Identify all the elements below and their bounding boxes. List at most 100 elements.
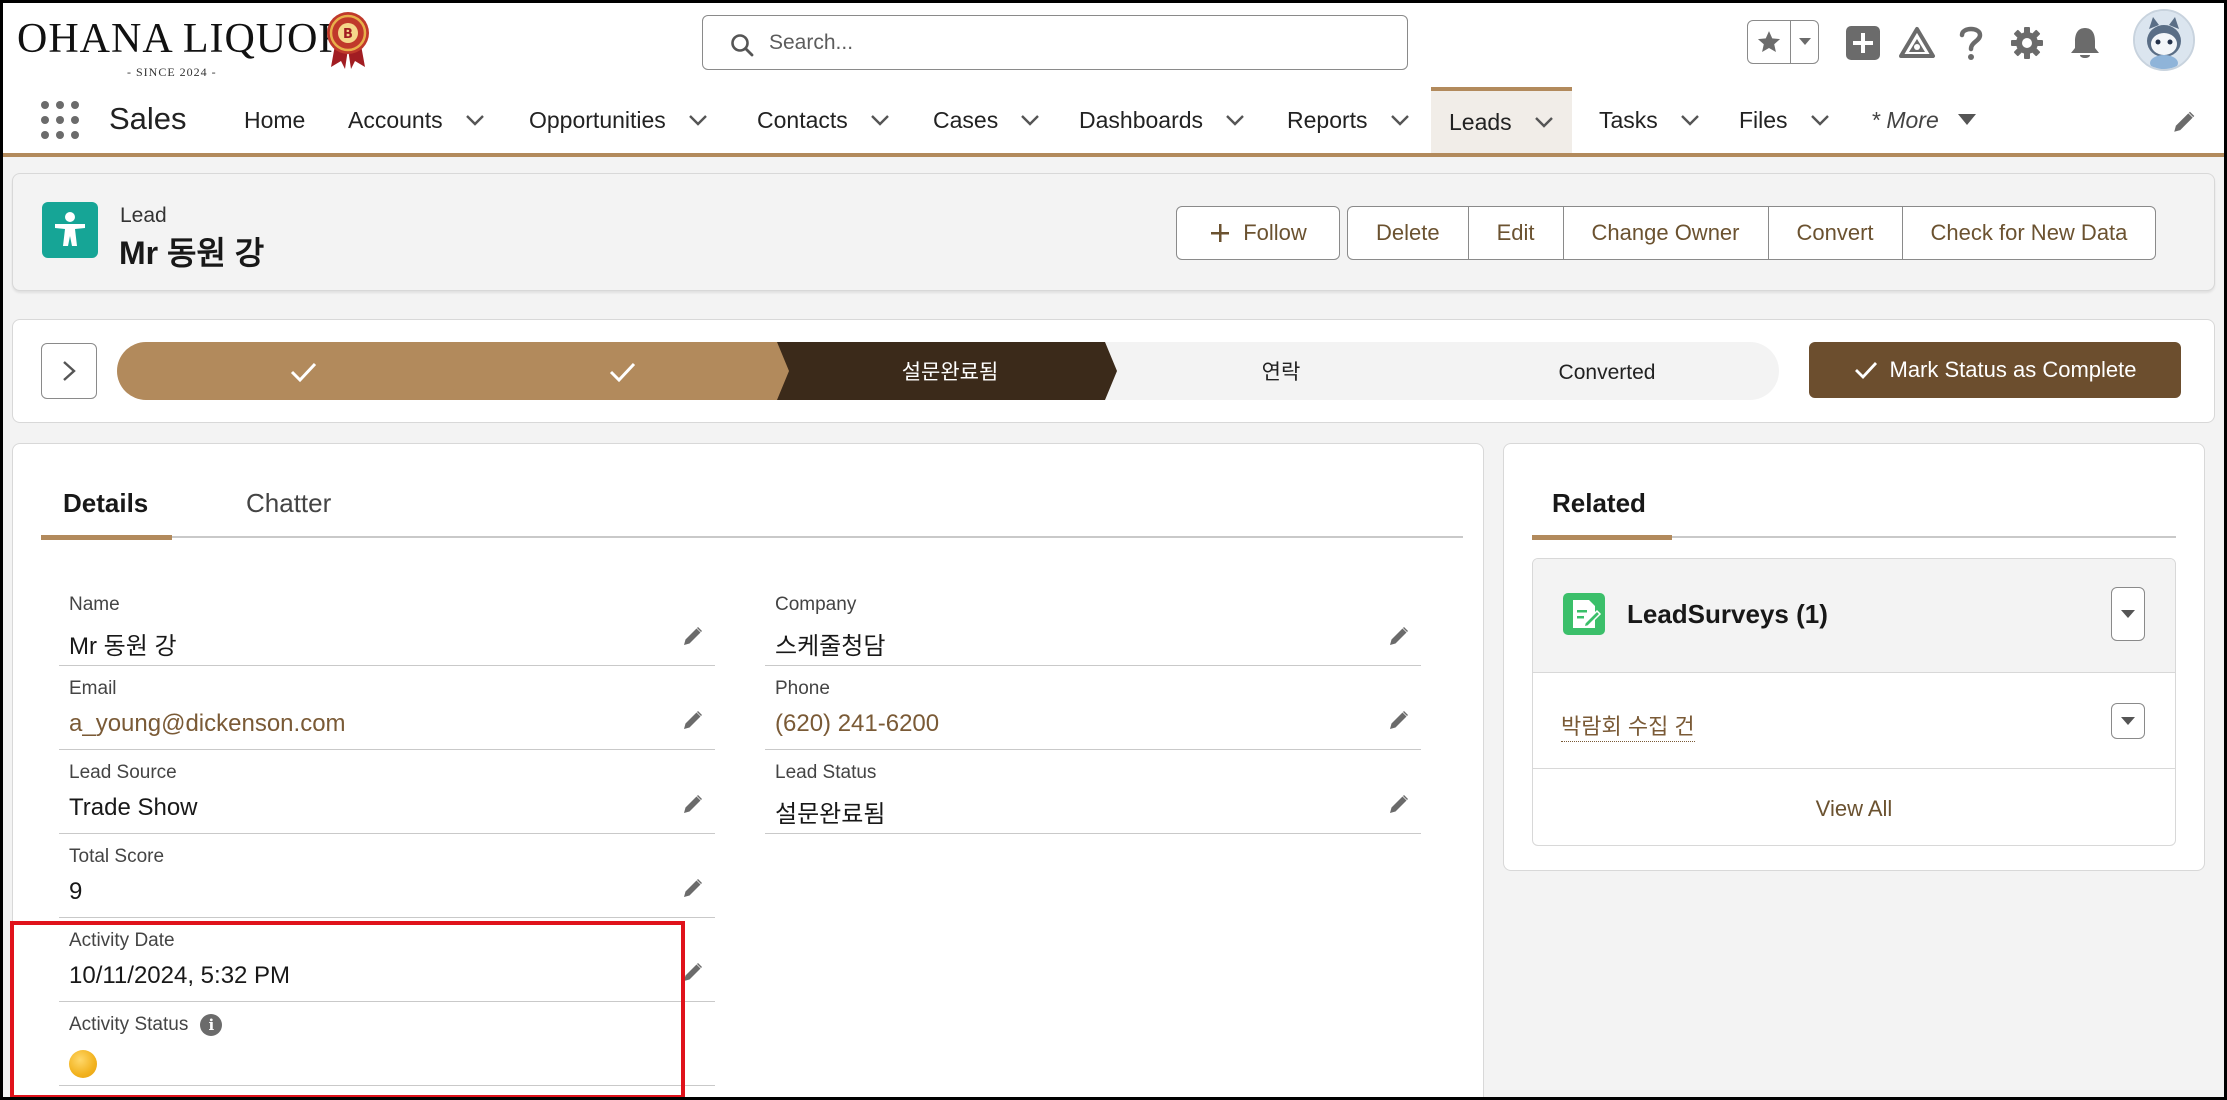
notifications-button[interactable] xyxy=(2065,19,2105,67)
field-label-text: Activity Status xyxy=(69,1014,189,1036)
phone-link[interactable]: (620) 241-6200 xyxy=(775,710,939,738)
check-new-data-button[interactable]: Check for New Data xyxy=(1901,207,2156,259)
nav-item-label: Tasks xyxy=(1599,106,1658,133)
pencil-icon[interactable] xyxy=(1387,624,1411,648)
global-actions-button[interactable] xyxy=(1843,19,1883,67)
brand-logo[interactable]: OHANA LIQUOR - SINCE 2024 - B xyxy=(17,11,377,81)
related-panel: Related LeadSurveys (1) 박람회 수집 건 View Al… xyxy=(1503,443,2205,871)
favorites-menu-button[interactable] xyxy=(1790,21,1818,63)
nav-item-more[interactable]: * More xyxy=(1871,87,1977,153)
follow-button[interactable]: Follow xyxy=(1176,206,1340,260)
astro-avatar-icon xyxy=(2135,11,2193,69)
field-value: Trade Show xyxy=(69,794,198,821)
nav-item-label: Reports xyxy=(1287,106,1368,133)
field-label: Activity Status i xyxy=(69,1014,223,1036)
follow-label: Follow xyxy=(1243,220,1307,245)
check-icon xyxy=(1854,362,1877,380)
path-step-contact[interactable]: 연락 xyxy=(1105,342,1447,400)
help-icon xyxy=(1959,26,1983,60)
convert-button[interactable]: Convert xyxy=(1767,207,1902,259)
app-launcher-icon[interactable] xyxy=(41,101,79,139)
nav-item-home[interactable]: Home xyxy=(244,87,305,153)
row-action-menu-button[interactable] xyxy=(2111,703,2145,739)
nav-item-label: Dashboards xyxy=(1079,106,1204,133)
edit-button[interactable]: Edit xyxy=(1467,207,1563,259)
delete-button[interactable]: Delete xyxy=(1348,207,1468,259)
trailhead-button[interactable] xyxy=(1897,19,1937,67)
brand-name: OHANA LIQUOR xyxy=(17,16,348,62)
field-value: 스케줄청담 xyxy=(775,633,886,660)
nav-item-accounts[interactable]: Accounts xyxy=(348,87,485,153)
chevron-down-icon[interactable] xyxy=(1810,114,1830,126)
nav-item-label: Accounts xyxy=(348,106,443,133)
activity-status-indicator xyxy=(69,1050,97,1078)
chevron-down-icon[interactable] xyxy=(1020,114,1040,126)
view-all-link[interactable]: View All xyxy=(1533,771,2175,845)
nav-item-label: Home xyxy=(244,106,306,133)
global-search[interactable] xyxy=(702,15,1408,70)
chevron-down-icon[interactable] xyxy=(1534,116,1554,128)
caret-down-icon xyxy=(2121,610,2135,618)
user-avatar[interactable] xyxy=(2133,9,2195,71)
search-input[interactable] xyxy=(769,24,1389,62)
field-value: Mr 동원 강 xyxy=(69,633,177,660)
field-label: Lead Status xyxy=(775,762,877,783)
pencil-icon[interactable] xyxy=(681,708,705,732)
chevron-down-icon[interactable] xyxy=(1680,114,1700,126)
field-value: 설문완료됨 xyxy=(775,801,886,828)
path-toggle-button[interactable] xyxy=(41,343,97,399)
setup-button[interactable] xyxy=(2007,19,2047,67)
favorite-button[interactable] xyxy=(1748,21,1790,63)
nav-item-opportunities[interactable]: Opportunities xyxy=(529,87,708,153)
mark-status-complete-button[interactable]: Mark Status as Complete xyxy=(1809,342,2181,398)
nav-item-cases[interactable]: Cases xyxy=(933,87,1040,153)
nav-item-tasks[interactable]: Tasks xyxy=(1599,87,1700,153)
pencil-icon[interactable] xyxy=(681,624,705,648)
path-step-2[interactable] xyxy=(449,342,791,400)
path-step-1[interactable] xyxy=(117,342,463,400)
pencil-icon[interactable] xyxy=(1387,708,1411,732)
nav-item-files[interactable]: Files xyxy=(1739,87,1830,153)
global-header: OHANA LIQUOR - SINCE 2024 - B xyxy=(3,3,2224,87)
pencil-icon[interactable] xyxy=(1387,792,1411,816)
nav-item-reports[interactable]: Reports xyxy=(1287,87,1410,153)
pencil-icon[interactable] xyxy=(681,792,705,816)
add-icon xyxy=(1846,26,1880,60)
svg-text:연락: 연락 xyxy=(1262,360,1301,384)
path-step-current[interactable]: 설문완료됨 xyxy=(777,342,1119,400)
change-owner-button[interactable]: Change Owner xyxy=(1562,207,1768,259)
nav-item-leads[interactable]: Leads xyxy=(1431,87,1572,153)
info-icon[interactable]: i xyxy=(200,1014,223,1036)
field-label: Company xyxy=(775,594,857,615)
chevron-down-icon[interactable] xyxy=(1390,114,1410,126)
tab-related[interactable]: Related xyxy=(1532,484,1672,540)
path-step-converted[interactable]: Converted xyxy=(1433,342,1779,400)
field-label: Activity Date xyxy=(69,930,175,951)
pencil-icon[interactable] xyxy=(681,960,705,984)
edit-nav-icon[interactable] xyxy=(2171,109,2197,135)
nav-item-label: Files xyxy=(1739,106,1788,133)
chevron-down-icon[interactable] xyxy=(870,114,890,126)
trailhead-icon xyxy=(1899,27,1935,58)
related-list-title[interactable]: LeadSurveys (1) xyxy=(1627,599,1828,630)
leadsurveys-related-list: LeadSurveys (1) 박람회 수집 건 View All xyxy=(1532,558,2176,846)
field-company: Company 스케줄청담 xyxy=(765,582,1421,666)
field-activity-date: Activity Date 10/11/2024, 5:32 PM xyxy=(59,918,715,1002)
help-button[interactable] xyxy=(1953,19,1989,67)
chevron-down-icon[interactable] xyxy=(465,114,485,126)
pencil-icon[interactable] xyxy=(681,876,705,900)
record-header: Lead Mr 동원 강 Follow Delete Edit Change O… xyxy=(12,173,2215,291)
nav-item-label: Leads xyxy=(1449,108,1512,135)
caret-down-icon xyxy=(2121,717,2135,725)
related-list-menu-button[interactable] xyxy=(2111,587,2145,641)
nav-item-dashboards[interactable]: Dashboards xyxy=(1079,87,1245,153)
chevron-down-icon[interactable] xyxy=(688,114,708,126)
nav-item-label: Contacts xyxy=(757,106,848,133)
tab-chatter[interactable]: Chatter xyxy=(246,484,331,538)
nav-item-contacts[interactable]: Contacts xyxy=(757,87,890,153)
related-item-link[interactable]: 박람회 수집 건 xyxy=(1561,709,1695,742)
tab-details[interactable]: Details xyxy=(41,484,172,540)
search-icon xyxy=(731,34,754,57)
email-link[interactable]: a_young@dickenson.com xyxy=(69,710,346,738)
chevron-down-icon[interactable] xyxy=(1225,114,1245,126)
